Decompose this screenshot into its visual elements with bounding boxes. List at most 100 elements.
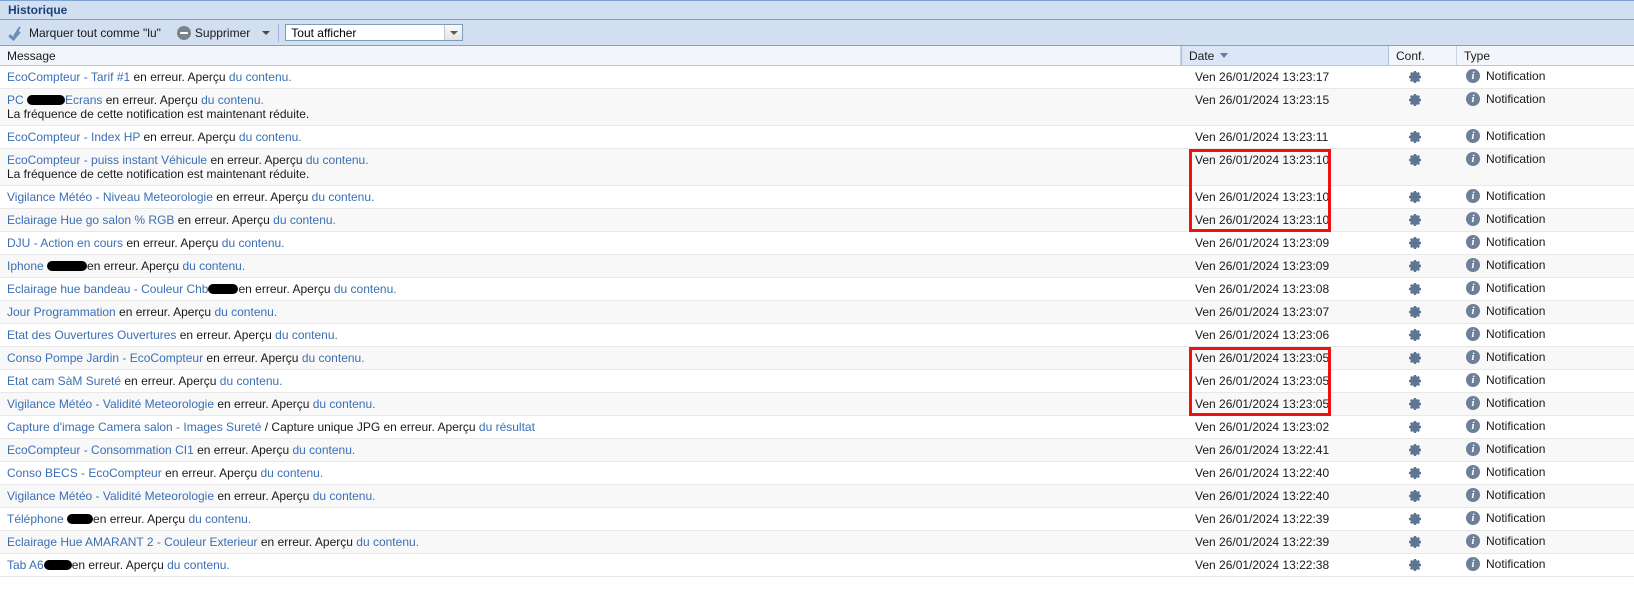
mark-all-read-label: Marquer tout comme "lu" (29, 25, 161, 40)
table-row[interactable]: EcoCompteur - Consommation CI1 en erreur… (0, 439, 1634, 462)
cell-message: Conso BECS - EcoCompteur en erreur. Aper… (0, 462, 1181, 484)
message-link[interactable]: DJU - Action en cours (7, 236, 123, 250)
cell-message: Eclairage Hue AMARANT 2 - Couleur Exteri… (0, 531, 1181, 553)
table-row[interactable]: EcoCompteur - Tarif #1 en erreur. Aperçu… (0, 66, 1634, 89)
message-link[interactable]: Capture d'image Camera salon - Images Su… (7, 420, 261, 434)
message-preview-link[interactable]: du contenu. (275, 328, 338, 342)
message-link[interactable]: Vigilance Météo - Validité Meteorologie (7, 489, 214, 503)
table-row[interactable]: Conso BECS - EcoCompteur en erreur. Aper… (0, 462, 1634, 485)
table-row[interactable]: Eclairage Hue go salon % RGB en erreur. … (0, 209, 1634, 232)
table-row[interactable]: Eclairage hue bandeau - Couleur Chb en er… (0, 278, 1634, 301)
column-header-date[interactable]: Date (1181, 46, 1389, 65)
message-preview-link[interactable]: du contenu. (312, 190, 375, 204)
gear-icon[interactable] (1408, 489, 1422, 503)
message-link[interactable]: Conso Pompe Jardin - EcoCompteur (7, 351, 203, 365)
message-preview-link[interactable]: du contenu. (356, 535, 419, 549)
message-link[interactable]: Etat des Ouvertures Ouvertures (7, 328, 176, 342)
gear-icon[interactable] (1408, 351, 1422, 365)
message-preview-link[interactable]: du contenu. (313, 397, 376, 411)
table-row[interactable]: Vigilance Météo - Validité Meteorologie … (0, 393, 1634, 416)
message-link[interactable]: Conso BECS - EcoCompteur (7, 466, 162, 480)
message-link[interactable]: Eclairage hue bandeau - Couleur Chb (7, 282, 208, 296)
gear-icon[interactable] (1408, 374, 1422, 388)
message-link[interactable]: Eclairage Hue AMARANT 2 - Couleur Exteri… (7, 535, 258, 549)
table-row[interactable]: Tab A6 en erreur. Aperçu du contenu. Ven 2… (0, 554, 1634, 577)
column-header-type[interactable]: Type (1457, 46, 1634, 65)
gear-icon[interactable] (1408, 420, 1422, 434)
gear-icon[interactable] (1408, 259, 1422, 273)
message-preview-link[interactable]: du contenu. (302, 351, 365, 365)
message-link[interactable]: Eclairage Hue go salon % RGB (7, 213, 174, 227)
message-preview-link[interactable]: du contenu. (306, 153, 369, 167)
message-link[interactable]: Iphone (7, 259, 47, 273)
gear-icon[interactable] (1408, 328, 1422, 342)
message-preview-link[interactable]: du contenu. (167, 558, 230, 572)
message-link[interactable]: Tab A6 (7, 558, 44, 572)
message-link[interactable]: Etat cam SàM Sureté (7, 374, 121, 388)
table-row[interactable]: EcoCompteur - puiss instant Véhicule en … (0, 149, 1634, 186)
message-link[interactable]: EcoCompteur - puiss instant Véhicule (7, 153, 207, 167)
message-link-continued[interactable]: Ecrans (65, 93, 102, 107)
table-row[interactable]: DJU - Action en cours en erreur. Aperçu … (0, 232, 1634, 255)
gear-icon[interactable] (1408, 305, 1422, 319)
gear-icon[interactable] (1408, 466, 1422, 480)
cell-conf (1389, 324, 1457, 346)
cell-type: i Notification (1457, 278, 1634, 300)
message-preview-link[interactable]: du contenu. (188, 512, 251, 526)
gear-icon[interactable] (1408, 93, 1422, 107)
gear-icon[interactable] (1408, 190, 1422, 204)
table-row[interactable]: Capture d'image Camera salon - Images Su… (0, 416, 1634, 439)
message-link[interactable]: PC (7, 93, 27, 107)
mark-all-read-button[interactable]: Marquer tout comme "lu" (6, 25, 165, 41)
table-row[interactable]: EcoCompteur - Index HP en erreur. Aperçu… (0, 126, 1634, 149)
message-preview-link[interactable]: du contenu. (273, 213, 336, 227)
table-row[interactable]: Jour Programmation en erreur. Aperçu du … (0, 301, 1634, 324)
message-link[interactable]: EcoCompteur - Consommation CI1 (7, 443, 194, 457)
message-preview-link[interactable]: du contenu. (260, 466, 323, 480)
message-preview-link[interactable]: du contenu. (182, 259, 245, 273)
delete-button[interactable]: Supprimer (173, 25, 254, 41)
cell-conf (1389, 301, 1457, 323)
filter-select[interactable]: Tout afficher (285, 24, 464, 41)
gear-icon[interactable] (1408, 397, 1422, 411)
table-row[interactable]: Vigilance Météo - Validité Meteorologie … (0, 485, 1634, 508)
table-row[interactable]: PC Ecrans en erreur. Aperçu du contenu. L… (0, 89, 1634, 126)
gear-icon[interactable] (1408, 512, 1422, 526)
message-preview-link[interactable]: du contenu. (220, 374, 283, 388)
table-row[interactable]: Etat cam SàM Sureté en erreur. Aperçu du… (0, 370, 1634, 393)
column-header-message[interactable]: Message (0, 46, 1181, 65)
message-preview-link[interactable]: du contenu. (229, 70, 292, 84)
message-preview-link[interactable]: du contenu. (222, 236, 285, 250)
message-preview-link[interactable]: du contenu. (201, 93, 264, 107)
caret-down-icon[interactable] (262, 30, 271, 35)
table-row[interactable]: Etat des Ouvertures Ouvertures en erreur… (0, 324, 1634, 347)
table-row[interactable]: Téléphone en erreur. Aperçu du contenu. V… (0, 508, 1634, 531)
gear-icon[interactable] (1408, 153, 1422, 167)
message-link[interactable]: Vigilance Météo - Validité Meteorologie (7, 397, 214, 411)
message-preview-link[interactable]: du contenu. (292, 443, 355, 457)
table-row[interactable]: Conso Pompe Jardin - EcoCompteur en erre… (0, 347, 1634, 370)
gear-icon[interactable] (1408, 213, 1422, 227)
table-row[interactable]: Vigilance Météo - Niveau Meteorologie en… (0, 186, 1634, 209)
message-preview-link[interactable]: du contenu. (214, 305, 277, 319)
column-header-conf[interactable]: Conf. (1389, 46, 1457, 65)
message-preview-link[interactable]: du résultat (479, 420, 535, 434)
gear-icon[interactable] (1408, 443, 1422, 457)
gear-icon[interactable] (1408, 130, 1422, 144)
chevron-down-icon[interactable] (444, 25, 463, 40)
message-preview-link[interactable]: du contenu. (334, 282, 397, 296)
gear-icon[interactable] (1408, 535, 1422, 549)
message-preview-link[interactable]: du contenu. (239, 130, 302, 144)
gear-icon[interactable] (1408, 558, 1422, 572)
table-row[interactable]: Eclairage Hue AMARANT 2 - Couleur Exteri… (0, 531, 1634, 554)
message-link[interactable]: Vigilance Météo - Niveau Meteorologie (7, 190, 213, 204)
message-preview-link[interactable]: du contenu. (313, 489, 376, 503)
message-link[interactable]: Jour Programmation (7, 305, 116, 319)
message-link[interactable]: Téléphone (7, 512, 67, 526)
message-link[interactable]: EcoCompteur - Index HP (7, 130, 140, 144)
message-link[interactable]: EcoCompteur - Tarif #1 (7, 70, 130, 84)
table-row[interactable]: Iphone en erreur. Aperçu du contenu. Ven … (0, 255, 1634, 278)
gear-icon[interactable] (1408, 70, 1422, 84)
gear-icon[interactable] (1408, 282, 1422, 296)
gear-icon[interactable] (1408, 236, 1422, 250)
